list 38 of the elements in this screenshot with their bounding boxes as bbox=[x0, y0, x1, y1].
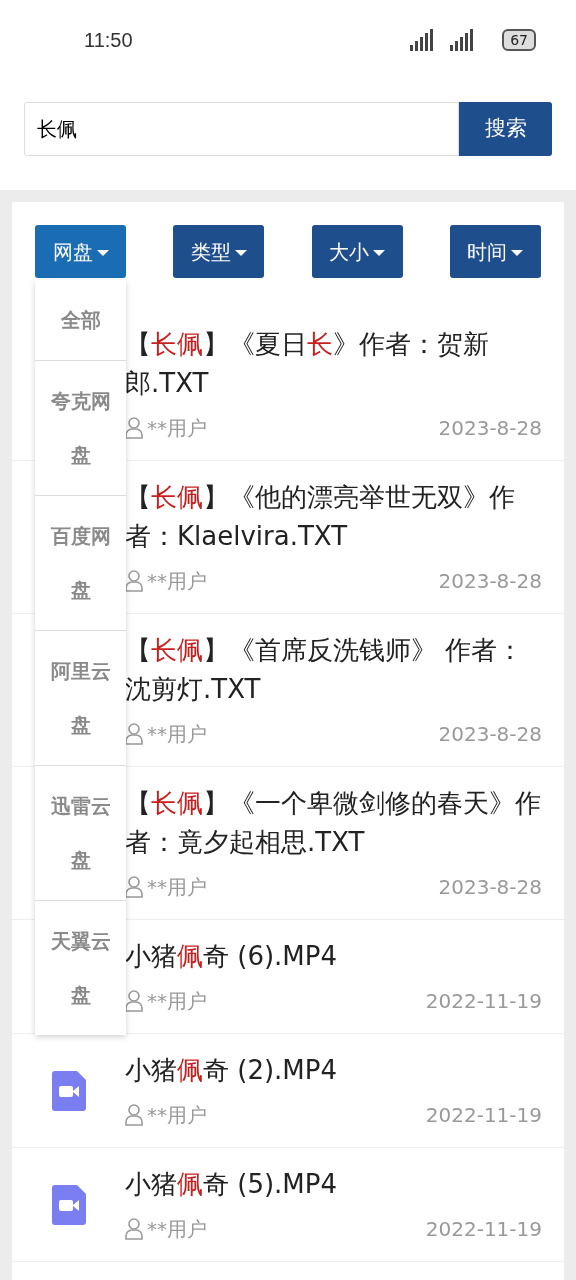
filter-dropdown[interactable]: 时间 bbox=[450, 225, 541, 278]
upload-date: 2022-11-19 bbox=[425, 988, 542, 1015]
file-title[interactable]: 【长佩】《夏日长》作者：贺新郎.TXT bbox=[125, 325, 542, 403]
upload-date: 2023-8-28 bbox=[438, 415, 542, 442]
search-field[interactable]: 长佩 bbox=[24, 102, 459, 156]
upload-date: 2023-8-28 bbox=[438, 568, 542, 595]
status-time: 11:50 bbox=[84, 28, 133, 53]
file-title[interactable]: 小猪佩奇 (2).MP4 bbox=[125, 1051, 542, 1090]
file-title[interactable]: 【长佩】《首席反洗钱师》 作者：沈剪灯.TXT bbox=[125, 631, 542, 709]
uploader-name: **用户 bbox=[147, 1102, 207, 1129]
uploader-name: **用户 bbox=[147, 1216, 207, 1243]
uploader-name: **用户 bbox=[147, 874, 207, 901]
user-icon bbox=[125, 876, 143, 898]
file-title[interactable]: 小猪佩奇 (6).MP4 bbox=[125, 937, 542, 976]
search-button[interactable]: 搜索 bbox=[459, 102, 552, 156]
file-title[interactable]: 【长佩】《一个卑微剑修的春天》作者：竟夕起相思.TXT bbox=[125, 784, 542, 862]
video-file-icon bbox=[51, 1070, 86, 1111]
user-icon bbox=[125, 1104, 143, 1126]
uploader-name: **用户 bbox=[147, 415, 207, 442]
uploader-name: **用户 bbox=[147, 988, 207, 1015]
filter-dropdown[interactable]: 大小 bbox=[311, 225, 403, 278]
filter-dropdown[interactable]: 网盘 bbox=[35, 225, 126, 278]
user-icon bbox=[125, 417, 143, 439]
user-icon bbox=[125, 723, 143, 745]
user-icon bbox=[125, 1218, 143, 1240]
upload-date: 2022-11-19 bbox=[425, 1216, 542, 1243]
user-icon bbox=[125, 990, 143, 1012]
uploader-name: **用户 bbox=[147, 721, 207, 748]
upload-date: 2022-11-19 bbox=[425, 1102, 542, 1129]
filter-dropdown[interactable]: 类型 bbox=[173, 225, 265, 278]
upload-date: 2023-8-28 bbox=[438, 721, 542, 748]
upload-date: 2023-8-28 bbox=[438, 874, 542, 901]
battery-level: 67 bbox=[502, 29, 536, 51]
file-title[interactable]: 【长佩】《他的漂亮举世无双》作者：Klaelvira.TXT bbox=[125, 478, 542, 556]
video-file-icon bbox=[51, 1184, 86, 1225]
file-title[interactable]: 小猪佩奇 (5).MP4 bbox=[125, 1165, 542, 1204]
user-icon bbox=[125, 570, 143, 592]
uploader-name: **用户 bbox=[147, 568, 207, 595]
